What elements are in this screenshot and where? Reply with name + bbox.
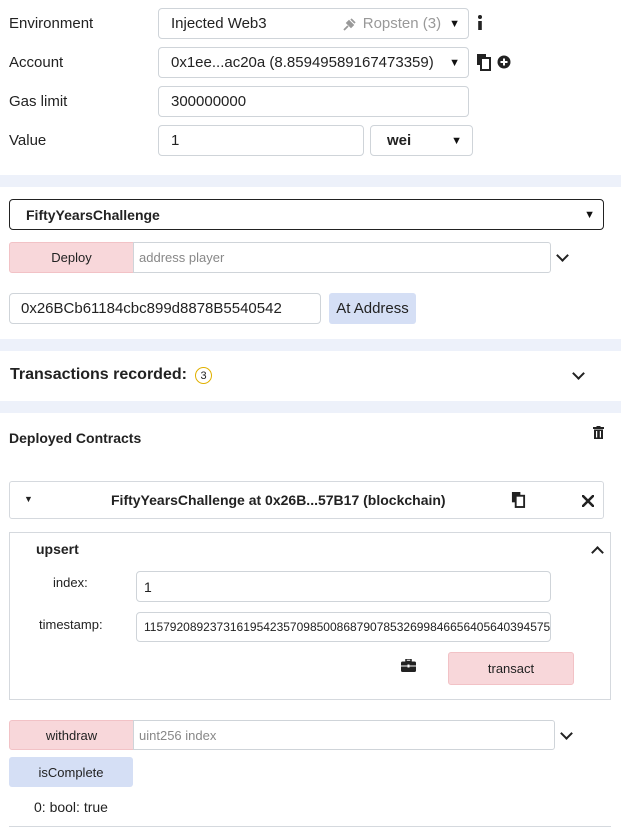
value-label: Value — [9, 132, 47, 149]
at-address-input[interactable]: 0x26BCb61184cbc899d8878B5540542 — [9, 293, 321, 324]
briefcase-icon[interactable] — [401, 658, 416, 676]
unit-select[interactable]: wei ▼ — [370, 125, 473, 156]
trash-icon[interactable] — [593, 426, 604, 443]
is-complete-button[interactable]: isComplete — [9, 757, 133, 787]
caret-down-icon: ▼ — [584, 208, 595, 221]
collapse-chevron-icon[interactable] — [591, 546, 604, 559]
plug-icon — [342, 16, 358, 32]
upsert-panel: upsert index: 1 timestamp: 1157920892373… — [9, 532, 611, 700]
index-label: index: — [53, 575, 88, 590]
timestamp-label: timestamp: — [39, 617, 103, 632]
transactions-label: Transactions recorded: — [10, 366, 187, 383]
deploy-params-input[interactable]: address player — [133, 242, 551, 273]
deployed-contracts-title: Deployed Contracts — [9, 430, 142, 446]
contract-select[interactable]: FiftyYearsChallenge ▼ — [9, 199, 604, 230]
bottom-divider — [9, 826, 611, 827]
contract-select-value: FiftyYearsChallenge — [26, 206, 160, 223]
account-select[interactable]: 0x1ee...ac20a (8.85949589167473359) ▼ — [158, 47, 469, 78]
withdraw-index-input[interactable]: uint256 index — [133, 720, 555, 750]
transactions-count-badge: 3 — [195, 367, 212, 384]
transactions-count: 3 — [200, 369, 207, 382]
gas-limit-input[interactable]: 300000000 — [158, 86, 469, 117]
account-label: Account — [9, 54, 64, 71]
section-separator — [0, 339, 621, 351]
contract-instance-header[interactable]: ▼ FiftyYearsChallenge at 0x26B...57B17 (… — [9, 481, 604, 519]
caret-down-icon: ▼ — [449, 56, 460, 69]
value-input[interactable]: 1 — [158, 125, 364, 156]
environment-select[interactable]: Injected Web3 Ropsten (3) ▼ — [158, 8, 469, 39]
plus-circle-icon[interactable] — [497, 55, 511, 73]
environment-value: Injected Web3 — [171, 15, 267, 32]
environment-label: Environment — [9, 15, 94, 32]
account-value: 0x1ee...ac20a (8.85949589167473359) — [171, 54, 434, 71]
expand-chevron-icon[interactable] — [560, 727, 573, 740]
copy-icon[interactable] — [511, 491, 526, 512]
timestamp-input[interactable]: 1157920892373161954235709850086879078532… — [136, 612, 551, 642]
expand-chevron-icon[interactable] — [556, 249, 569, 262]
unit-value: wei — [387, 132, 412, 149]
section-separator — [0, 175, 621, 187]
withdraw-placeholder: uint256 index — [139, 727, 217, 743]
index-input[interactable]: 1 — [136, 571, 551, 602]
gas-limit-label: Gas limit — [9, 93, 68, 110]
close-icon[interactable] — [581, 494, 595, 511]
caret-down-icon: ▼ — [451, 134, 462, 147]
withdraw-button[interactable]: withdraw — [9, 720, 134, 750]
upsert-title: upsert — [36, 541, 79, 557]
expand-chevron-icon[interactable] — [572, 367, 585, 380]
caret-down-icon: ▼ — [449, 17, 460, 30]
transact-button[interactable]: transact — [448, 652, 574, 685]
environment-network: Ropsten (3) — [362, 15, 442, 32]
deploy-placeholder: address player — [139, 250, 225, 265]
info-icon[interactable] — [476, 14, 484, 32]
is-complete-result: 0: bool: true — [34, 799, 108, 815]
copy-icon[interactable] — [476, 53, 492, 75]
contract-instance-title: FiftyYearsChallenge at 0x26B...57B17 (bl… — [111, 492, 446, 508]
at-address-button[interactable]: At Address — [329, 293, 416, 324]
deploy-button[interactable]: Deploy — [9, 242, 134, 273]
collapse-caret-icon[interactable]: ▼ — [24, 494, 33, 504]
section-separator — [0, 401, 621, 413]
